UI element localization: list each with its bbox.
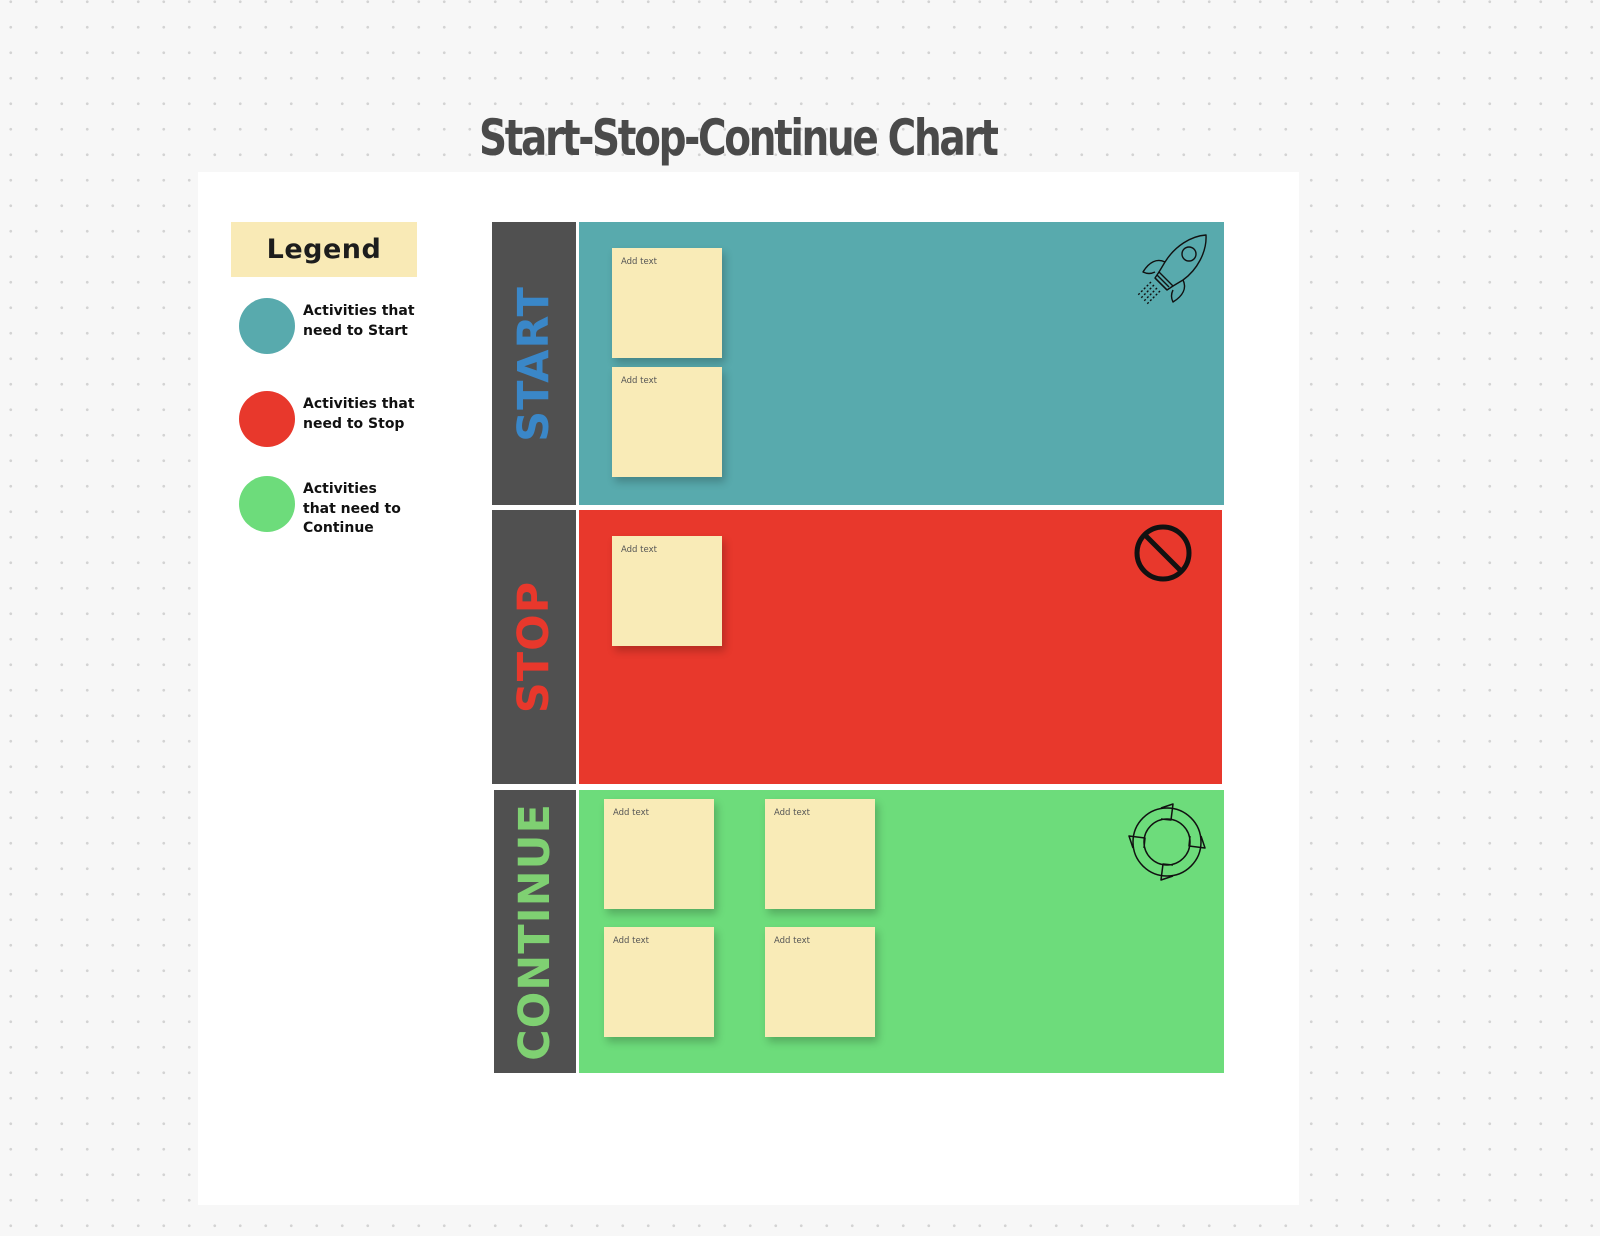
legend-dot-start xyxy=(239,298,295,354)
sticky-note-text[interactable]: Add text xyxy=(774,936,810,946)
row-label-continue: CONTINUE xyxy=(494,790,576,1073)
sticky-note[interactable]: Add text xyxy=(612,367,722,477)
sticky-note[interactable]: Add text xyxy=(612,536,722,646)
sticky-note-text[interactable]: Add text xyxy=(613,936,649,946)
sticky-note[interactable]: Add text xyxy=(604,799,714,909)
row-label-stop-text: STOP xyxy=(509,580,559,714)
row-body-continue[interactable]: Add text Add text Add text Add text xyxy=(579,790,1224,1073)
sticky-note-text[interactable]: Add text xyxy=(621,545,657,555)
sticky-note-text[interactable]: Add text xyxy=(621,257,657,267)
sticky-note[interactable]: Add text xyxy=(612,248,722,358)
prohibited-icon xyxy=(1134,524,1192,582)
sticky-note-text[interactable]: Add text xyxy=(774,808,810,818)
rocket-icon xyxy=(1136,234,1207,306)
sticky-note-text[interactable]: Add text xyxy=(613,808,649,818)
row-label-stop: STOP xyxy=(492,510,576,784)
chart-title: Start-Stop-Continue Chart xyxy=(478,109,999,167)
legend-item-start: Activities that need to Start xyxy=(239,298,423,354)
legend-title: Legend xyxy=(231,222,417,277)
sticky-note[interactable]: Add text xyxy=(604,927,714,1037)
sticky-note[interactable]: Add text xyxy=(765,799,875,909)
row-body-start[interactable]: Add text Add text xyxy=(579,222,1224,505)
row-label-start: START xyxy=(492,222,576,505)
cycle-arrows-icon xyxy=(1128,803,1206,881)
legend-item-continue: Activities that need to Continue xyxy=(239,476,413,539)
sticky-note-text[interactable]: Add text xyxy=(621,376,657,386)
legend-dot-continue xyxy=(239,476,295,532)
row-label-start-text: START xyxy=(509,285,559,442)
row-label-continue-text: CONTINUE xyxy=(510,802,560,1061)
sticky-note[interactable]: Add text xyxy=(765,927,875,1037)
legend-label-start: Activities that need to Start xyxy=(303,303,415,339)
legend-label-continue: Activities that need to Continue xyxy=(303,481,401,536)
legend-dot-stop xyxy=(239,391,295,447)
row-body-stop[interactable]: Add text xyxy=(579,510,1222,784)
legend-label-stop: Activities that need to Stop xyxy=(303,396,415,432)
legend-item-stop: Activities that need to Stop xyxy=(239,391,423,447)
